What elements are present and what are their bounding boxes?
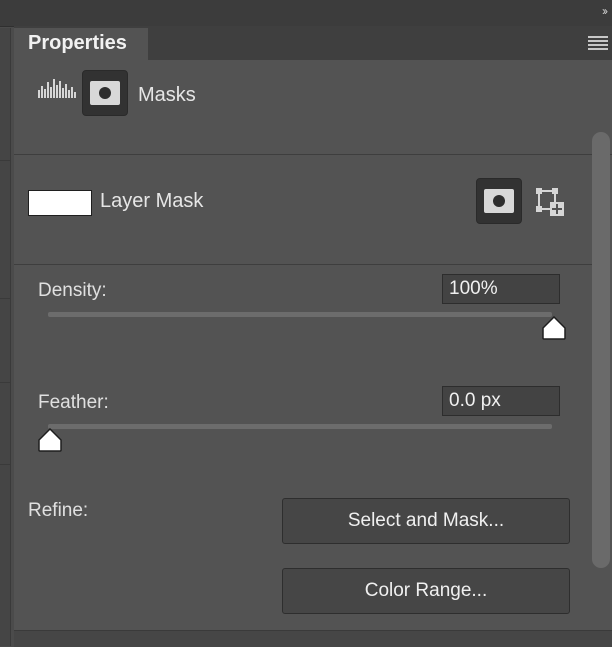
density-slider-thumb[interactable] [541,316,567,340]
feather-input[interactable]: 0.0 px [442,386,560,416]
masks-label: Masks [138,84,196,106]
left-panel-edge [0,28,11,646]
feather-slider-thumb[interactable] [37,428,63,452]
layer-mask-label: Layer Mask [100,190,204,212]
feather-slider-track[interactable] [48,424,552,429]
divider [0,160,10,161]
color-range-button[interactable]: Color Range... [282,568,570,614]
layer-mask-row: Layer Mask [14,154,594,265]
refine-label: Refine: [28,500,89,521]
histogram-icon[interactable] [38,76,78,98]
add-vector-mask-icon[interactable] [534,186,566,218]
properties-panel: Properties Masks Layer Mask Density: 100… [14,26,612,647]
top-bar: ›› [0,0,612,27]
divider [0,298,10,299]
layer-mask-icon [90,81,120,105]
divider [0,464,10,465]
layer-mask-thumbnail[interactable] [28,190,92,216]
select-pixel-mask-button[interactable] [476,178,522,224]
select-and-mask-button[interactable]: Select and Mask... [282,498,570,544]
tab-properties[interactable]: Properties [14,28,148,60]
density-label: Density: [38,280,107,301]
feather-label: Feather: [38,392,109,413]
tab-bar: Properties [14,26,612,60]
scrollbar[interactable] [592,132,610,568]
layer-mask-icon [484,189,514,213]
pixel-mask-button[interactable] [82,70,128,116]
density-slider-track[interactable] [48,312,552,317]
double-chevron-right-icon[interactable]: ›› [602,4,608,18]
hamburger-menu-icon[interactable] [588,36,608,52]
bottom-toolbar [14,630,612,647]
density-input[interactable]: 100% [442,274,560,304]
divider [0,382,10,383]
